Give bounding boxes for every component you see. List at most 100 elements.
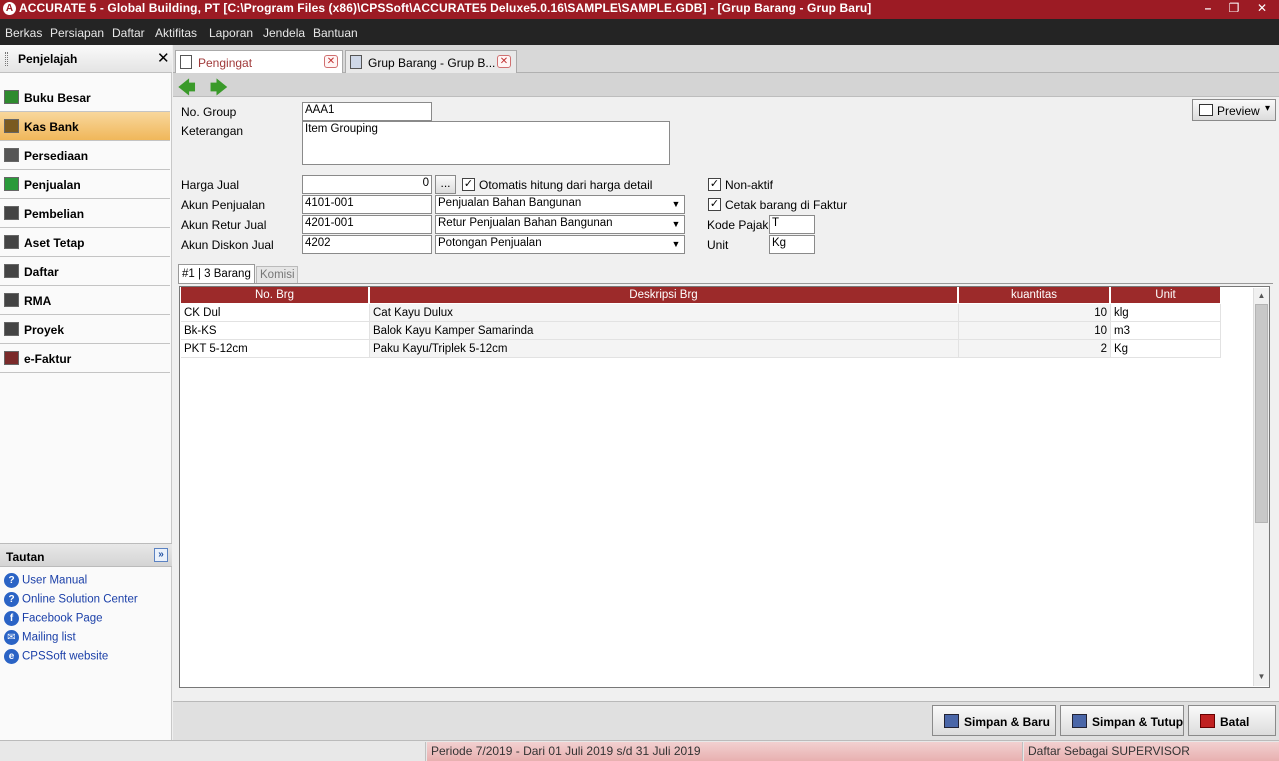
akun-diskon-code-field[interactable]: 4202 — [302, 235, 432, 254]
explorer-panel: Penjelajah ✕ Buku Besar Kas Bank Persediaa… — [0, 45, 172, 740]
menu-persiapan[interactable]: Persiapan — [50, 26, 104, 40]
explorer-item-label: Aset Tetap — [24, 236, 85, 250]
no-group-field[interactable]: AAA1 — [302, 102, 432, 121]
explorer-header: Penjelajah ✕ — [0, 45, 172, 73]
close-explorer-icon[interactable]: ✕ — [157, 49, 170, 67]
akun-retur-combo[interactable]: Retur Penjualan Bahan Bangunan ▼ — [435, 215, 685, 234]
close-tab-icon[interactable]: ✕ — [324, 55, 338, 68]
menu-bar: Berkas Persiapan Daftar Aktifitas Lapora… — [0, 19, 1279, 45]
tab-grup-barang[interactable]: Grup Barang - Grup B... ✕ — [345, 50, 517, 73]
explorer-item-proyek[interactable]: Proyek — [0, 315, 170, 344]
dropdown-arrow-icon[interactable]: ▾ — [1265, 103, 1270, 114]
akun-penjualan-code-field[interactable]: 4101-001 — [302, 195, 432, 214]
ledger-icon — [4, 90, 19, 104]
simpan-tutup-button[interactable]: Simpan & Tutup — [1060, 705, 1184, 736]
vertical-scrollbar[interactable]: ▲ ▼ — [1253, 288, 1269, 686]
harga-jual-label: Harga Jual — [181, 178, 240, 192]
explorer-item-label: Proyek — [24, 323, 65, 337]
column-header-no-brg[interactable]: No. Brg — [181, 287, 369, 303]
akun-diskon-combo[interactable]: Potongan Penjualan ▼ — [435, 235, 685, 254]
non-aktif-label: Non-aktif — [725, 178, 774, 192]
grip-handle[interactable] — [5, 52, 8, 66]
explorer-item-persediaan[interactable]: Persediaan — [0, 141, 170, 170]
close-window-button[interactable]: ✕ — [1252, 0, 1272, 18]
cell-unit[interactable]: klg — [1111, 304, 1221, 322]
explorer-item-pembelian[interactable]: Pembelian — [0, 199, 170, 228]
scroll-up-icon[interactable]: ▲ — [1255, 289, 1268, 303]
collapse-chevron-icon[interactable]: » — [154, 548, 168, 562]
tab-pengingat[interactable]: Pengingat ✕ — [175, 50, 343, 73]
link-mailing-list[interactable]: ✉ Mailing list — [4, 630, 76, 647]
minimize-button[interactable]: – — [1198, 0, 1218, 18]
tab-barang[interactable]: #1 | 3 Barang — [178, 264, 255, 283]
status-user: Daftar Sebagai SUPERVISOR — [1024, 742, 1279, 761]
tab-divider — [178, 283, 1273, 284]
dropdown-arrow-icon[interactable]: ▼ — [669, 237, 683, 252]
app-logo-icon: A — [3, 2, 16, 15]
cell-desc[interactable]: Paku Kayu/Triplek 5-12cm — [370, 340, 959, 358]
column-header-unit[interactable]: Unit — [1111, 287, 1221, 303]
explorer-item-daftar[interactable]: Daftar — [0, 257, 170, 286]
house-icon — [4, 235, 19, 249]
menu-bantuan[interactable]: Bantuan — [313, 26, 358, 40]
cash-bank-icon — [4, 119, 19, 133]
cell-qty[interactable]: 10 — [959, 322, 1111, 340]
kode-pajak-field[interactable]: T — [769, 215, 815, 234]
simpan-baru-button[interactable]: Simpan & Baru — [932, 705, 1056, 736]
otomatis-checkbox[interactable]: ✓ — [462, 178, 475, 191]
scroll-down-icon[interactable]: ▼ — [1255, 670, 1268, 684]
menu-laporan[interactable]: Laporan — [209, 26, 253, 40]
explorer-item-aset-tetap[interactable]: Aset Tetap — [0, 228, 170, 257]
explorer-item-label: Kas Bank — [24, 120, 79, 134]
column-header-kuantitas[interactable]: kuantitas — [959, 287, 1110, 303]
dropdown-arrow-icon[interactable]: ▼ — [669, 197, 683, 212]
explorer-item-label: e-Faktur — [24, 352, 72, 366]
inventory-icon — [4, 148, 19, 162]
menu-berkas[interactable]: Berkas — [5, 26, 42, 40]
tab-komisi[interactable]: Komisi — [256, 266, 298, 283]
explorer-item-kas-bank[interactable]: Kas Bank — [0, 112, 170, 141]
batal-button[interactable]: Batal — [1188, 705, 1276, 736]
akun-diskon-name: Potongan Penjualan — [438, 237, 542, 249]
cell-unit[interactable]: m3 — [1111, 322, 1221, 340]
explorer-item-buku-besar[interactable]: Buku Besar — [0, 83, 170, 112]
unit-field[interactable]: Kg — [769, 235, 815, 254]
scroll-thumb[interactable] — [1255, 304, 1268, 523]
cell-no[interactable]: CK Dul — [181, 304, 370, 322]
keterangan-field[interactable]: Item Grouping — [302, 121, 670, 165]
link-user-manual[interactable]: ? User Manual — [4, 573, 87, 590]
akun-penjualan-combo[interactable]: Penjualan Bahan Bangunan ▼ — [435, 195, 685, 214]
cell-no[interactable]: Bk-KS — [181, 322, 370, 340]
link-label: Online Solution Center — [22, 593, 138, 606]
explorer-item-e-faktur[interactable]: e-Faktur — [0, 344, 170, 373]
explorer-item-rma[interactable]: RMA — [0, 286, 170, 315]
cell-desc[interactable]: Cat Kayu Dulux — [370, 304, 959, 322]
harga-jual-field[interactable]: 0 — [302, 175, 432, 194]
cell-desc[interactable]: Balok Kayu Kamper Samarinda — [370, 322, 959, 340]
preview-button[interactable]: Preview ▾ — [1192, 99, 1276, 121]
menu-jendela[interactable]: Jendela — [263, 26, 305, 40]
dropdown-arrow-icon[interactable]: ▼ — [669, 217, 683, 232]
menu-daftar[interactable]: Daftar — [112, 26, 145, 40]
akun-retur-code-field[interactable]: 4201-001 — [302, 215, 432, 234]
link-online-solution-center[interactable]: ? Online Solution Center — [4, 592, 138, 609]
cell-qty[interactable]: 2 — [959, 340, 1111, 358]
link-facebook-page[interactable]: f Facebook Page — [4, 611, 103, 628]
link-cpssoft-website[interactable]: e CPSSoft website — [4, 649, 108, 666]
close-tab-icon[interactable]: ✕ — [497, 55, 511, 68]
explorer-item-penjualan[interactable]: Penjualan — [0, 170, 170, 199]
explorer-item-label: Pembelian — [24, 207, 85, 221]
restore-button[interactable]: ❐ — [1224, 0, 1244, 18]
cell-no[interactable]: PKT 5-12cm — [181, 340, 370, 358]
column-header-deskripsi[interactable]: Deskripsi Brg — [370, 287, 958, 303]
project-icon — [4, 322, 19, 336]
document-tabs: Pengingat ✕ Grup Barang - Grup B... ✕ — [173, 45, 1279, 73]
cetak-faktur-checkbox[interactable]: ✓ — [708, 198, 721, 211]
non-aktif-checkbox[interactable]: ✓ — [708, 178, 721, 191]
cell-qty[interactable]: 10 — [959, 304, 1111, 322]
cell-unit[interactable]: Kg — [1111, 340, 1221, 358]
akun-penjualan-name: Penjualan Bahan Bangunan — [438, 197, 582, 209]
save-new-icon — [944, 714, 959, 728]
ellipsis-button[interactable]: ... — [435, 175, 456, 194]
menu-aktifitas[interactable]: Aktifitas — [155, 26, 197, 40]
